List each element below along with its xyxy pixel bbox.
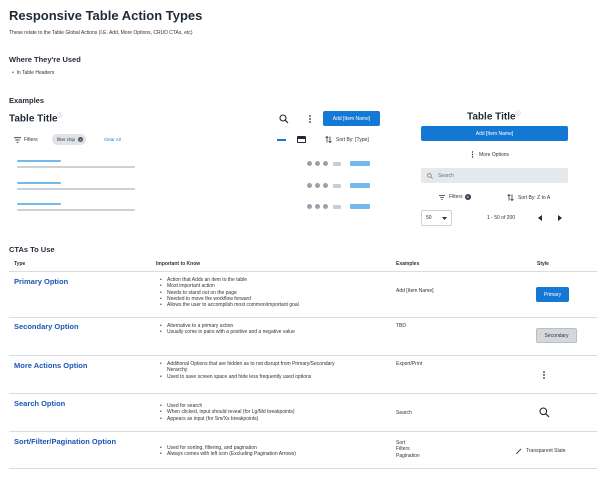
- more-options-label: More Options: [479, 151, 510, 158]
- where-used-item: • In Table Headers: [12, 70, 55, 76]
- table-divider: [9, 431, 597, 432]
- search-icon[interactable]: [279, 114, 289, 124]
- table-divider: [9, 317, 597, 318]
- primary-style-button[interactable]: Primary: [536, 287, 569, 302]
- table-divider: [9, 468, 597, 469]
- column-header-notes: Important to Know: [156, 261, 201, 267]
- search-placeholder: Search: [438, 172, 454, 179]
- more-options-button[interactable]: More Options: [470, 151, 509, 158]
- table-divider: [9, 271, 597, 272]
- filters-button-mobile[interactable]: Filters 4: [439, 194, 471, 200]
- row-notes-search: Used for search When clicked, input shou…: [160, 403, 295, 422]
- search-icon[interactable]: [539, 407, 550, 418]
- sort-icon: [325, 136, 332, 143]
- page-size-value: 50: [426, 215, 432, 221]
- filters-label: Filters: [449, 194, 463, 200]
- row-notes-sort-filter-pagination: Used for sorting, filtering, and paginat…: [160, 445, 296, 458]
- column-header-style: Style: [537, 261, 549, 267]
- column-header-examples: Examples: [396, 261, 420, 267]
- right-table-title: Table Titleⓘ: [467, 111, 521, 123]
- sort-button-mobile[interactable]: Sort By: Z to A: [507, 194, 550, 201]
- caret-down-icon: [442, 216, 447, 220]
- list-view-icon[interactable]: [277, 139, 286, 141]
- row-notes-more-actions: Additional Options that are hidden as to…: [160, 361, 335, 380]
- row-type-more-actions: More Actions Option: [14, 361, 88, 370]
- sort-label: Sort By: Z to A: [518, 194, 551, 201]
- filter-icon: [439, 194, 445, 200]
- row-examples-sort-filter-pagination: Sort Filters Pagination: [396, 440, 420, 459]
- search-input[interactable]: Search: [421, 168, 568, 183]
- chevron-left-icon[interactable]: [538, 215, 542, 221]
- search-icon: [427, 172, 433, 179]
- ctas-heading: CTAs To Use: [9, 245, 55, 254]
- row-examples-more-actions: Export/Print: [396, 361, 423, 367]
- filter-chip[interactable]: filter chip ×: [52, 134, 87, 145]
- add-item-button[interactable]: Add [Item Name]: [323, 111, 380, 126]
- more-vertical-icon: [471, 151, 474, 158]
- filter-icon: [14, 137, 21, 143]
- row-notes-primary: Action that Adds an item to the table Mo…: [160, 277, 299, 309]
- filters-button[interactable]: Filters: [24, 137, 38, 143]
- more-vertical-icon[interactable]: [541, 370, 547, 380]
- filters-count-badge: 4: [464, 194, 471, 200]
- row-type-sort-filter-pagination: Sort/Filter/Pagination Option: [14, 437, 117, 446]
- left-table-title: Table Titleⓘ: [9, 113, 63, 125]
- sort-icon: [507, 194, 514, 201]
- page-subtitle: These relate to the Table Global Actions…: [9, 30, 193, 36]
- more-vertical-icon[interactable]: [307, 114, 313, 124]
- add-item-button-mobile[interactable]: Add [Item Name]: [421, 126, 568, 141]
- info-icon[interactable]: ⓘ: [58, 113, 63, 119]
- transparent-slate-label: Transparent Slate: [526, 448, 566, 454]
- row-examples-secondary: TBD: [396, 323, 406, 329]
- page-title: Responsive Table Action Types: [9, 8, 203, 23]
- row-type-secondary: Secondary Option: [14, 322, 79, 331]
- table-divider: [9, 393, 597, 394]
- info-icon[interactable]: ⓘ: [516, 111, 521, 117]
- filter-chip-label: filter chip: [57, 137, 76, 142]
- table-divider: [9, 355, 597, 356]
- examples-heading: Examples: [9, 96, 45, 105]
- row-examples-search: Search: [396, 410, 412, 416]
- close-icon[interactable]: ×: [78, 137, 84, 142]
- row-type-primary: Primary Option: [14, 277, 69, 286]
- card-view-icon[interactable]: [297, 136, 306, 143]
- clear-all-link[interactable]: Clear All: [104, 137, 121, 142]
- row-notes-secondary: Alternative to a primary action Usually …: [160, 323, 295, 336]
- row-type-search: Search Option: [14, 399, 66, 408]
- secondary-style-button[interactable]: Secondary: [536, 328, 577, 343]
- pencil-icon: [516, 448, 522, 454]
- page-size-select[interactable]: 50: [421, 210, 452, 226]
- pagination-range: 1 - 50 of 200: [487, 215, 516, 221]
- row-examples-primary: Add [Item Name]: [396, 288, 434, 294]
- transparent-slate-button[interactable]: Transparent Slate: [516, 448, 566, 454]
- chevron-right-icon[interactable]: [558, 215, 562, 221]
- where-used-heading: Where They're Used: [9, 55, 81, 64]
- sort-button[interactable]: Sort By: [Type]: [336, 137, 369, 143]
- column-header-type: Type: [14, 261, 26, 267]
